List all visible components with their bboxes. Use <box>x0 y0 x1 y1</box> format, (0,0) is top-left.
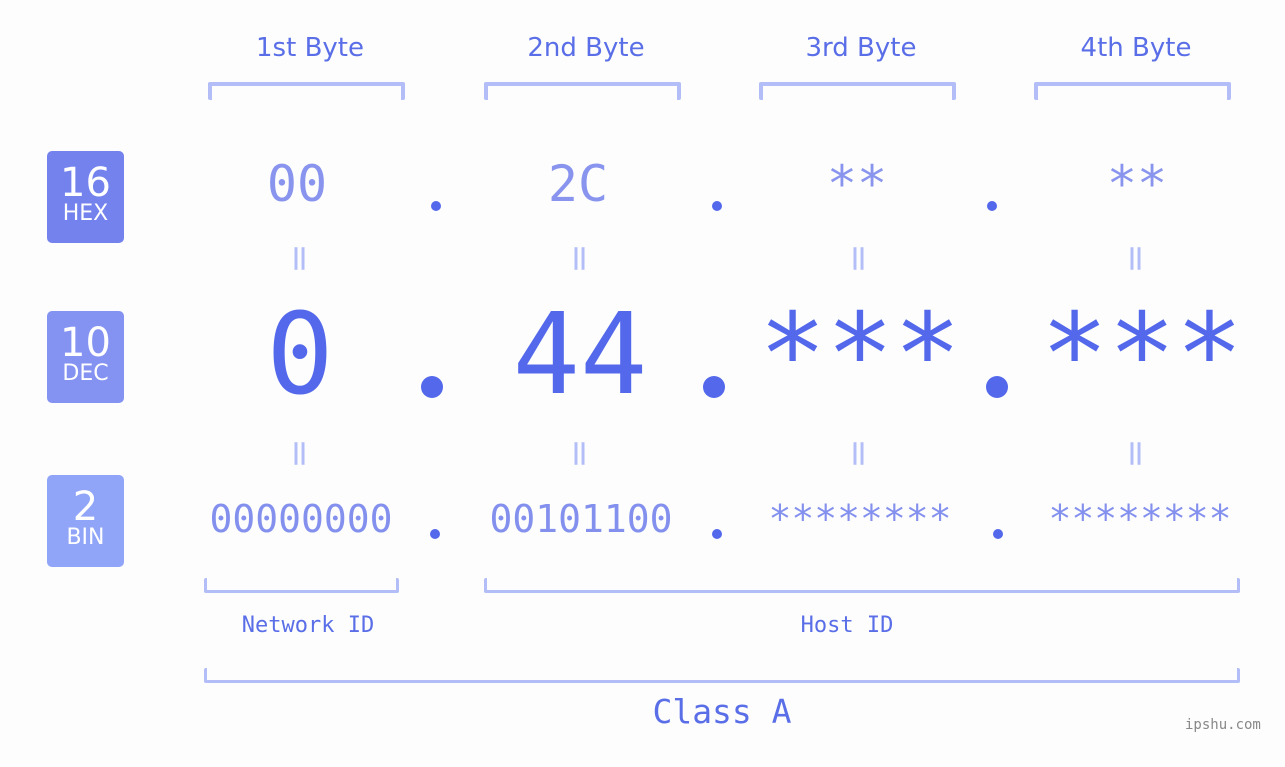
byte-header-4: 4th Byte <box>1080 33 1192 63</box>
network-id-bracket <box>204 578 399 593</box>
hex-badge-label: HEX <box>62 201 109 226</box>
hex-dot-3 <box>987 201 997 211</box>
hex-byte-3: ** <box>826 155 888 213</box>
hex-dot-1 <box>431 201 441 211</box>
byte-bracket-4 <box>1034 82 1231 100</box>
equals-icon: = <box>559 438 601 469</box>
dec-byte-2: 44 <box>512 290 648 420</box>
byte-header-3: 3rd Byte <box>805 33 917 63</box>
byte-header-1: 1st Byte <box>256 33 364 63</box>
bin-badge: 2 BIN <box>47 475 124 567</box>
byte-bracket-1 <box>208 82 405 100</box>
equals-icon: = <box>1115 243 1157 274</box>
byte-bracket-2 <box>484 82 681 100</box>
equals-icon: = <box>838 243 880 274</box>
hex-byte-2: 2C <box>547 155 609 213</box>
host-id-label: Host ID <box>800 613 894 638</box>
class-bracket <box>204 668 1240 683</box>
hex-badge-number: 16 <box>60 160 111 206</box>
bin-badge-number: 2 <box>72 484 99 530</box>
dec-badge: 10 DEC <box>47 311 124 403</box>
dec-dot-3 <box>986 376 1008 398</box>
bin-dot-3 <box>993 529 1003 539</box>
byte-header-2: 2nd Byte <box>527 33 645 63</box>
dec-dot-2 <box>703 376 725 398</box>
equals-icon: = <box>1115 438 1157 469</box>
bin-dot-2 <box>712 529 722 539</box>
hex-byte-4: ** <box>1106 155 1168 213</box>
equals-icon: = <box>279 243 321 274</box>
hex-dot-2 <box>712 201 722 211</box>
byte-bracket-3 <box>759 82 956 100</box>
bin-byte-2: 00101100 <box>489 497 673 541</box>
dec-byte-4: *** <box>1040 290 1244 420</box>
equals-icon: = <box>559 243 601 274</box>
class-label: Class A <box>652 692 792 731</box>
equals-icon: = <box>279 438 321 469</box>
dec-dot-1 <box>421 376 443 398</box>
network-id-label: Network ID <box>241 613 375 638</box>
bin-byte-3: ******** <box>768 497 952 541</box>
dec-badge-label: DEC <box>62 361 109 386</box>
host-id-bracket <box>484 578 1240 593</box>
dec-byte-3: *** <box>758 290 962 420</box>
hex-badge: 16 HEX <box>47 151 124 243</box>
watermark: ipshu.com <box>1185 717 1261 733</box>
bin-dot-1 <box>430 529 440 539</box>
dec-badge-number: 10 <box>60 320 111 366</box>
equals-icon: = <box>838 438 880 469</box>
hex-byte-1: 00 <box>266 155 328 213</box>
bin-badge-label: BIN <box>66 525 105 550</box>
dec-byte-1: 0 <box>266 290 334 420</box>
bin-byte-4: ******** <box>1048 497 1232 541</box>
bin-byte-1: 00000000 <box>209 497 393 541</box>
